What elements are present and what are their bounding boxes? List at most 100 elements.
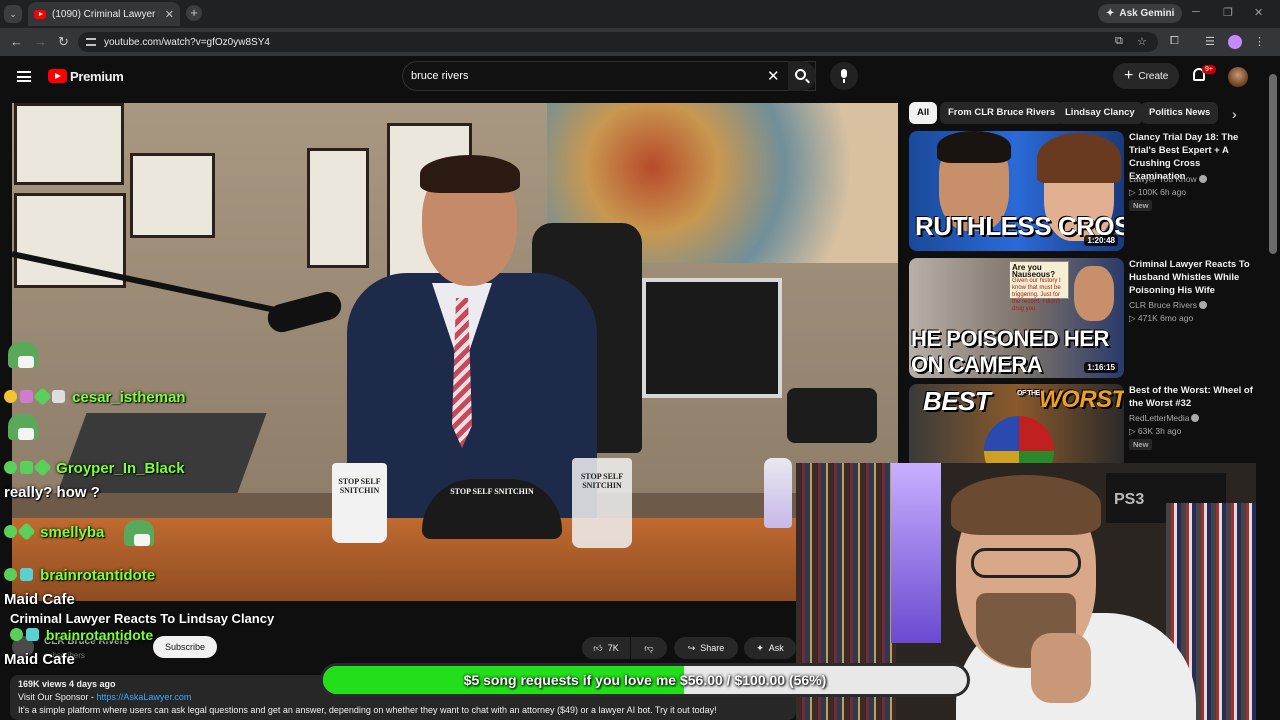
chat-username: smellyba xyxy=(40,524,105,541)
share-label: Share xyxy=(700,643,725,653)
notification-count-badge: 9+ xyxy=(1202,65,1216,74)
sparkle-icon: ✦ xyxy=(756,642,764,653)
window-close-icon[interactable]: ✕ xyxy=(1254,6,1263,19)
chat-message: smellyba xyxy=(4,522,105,541)
thumb-note: Are you Nauseous? Given our history I kn… xyxy=(1009,261,1069,312)
search-icon xyxy=(795,69,806,80)
browser-menu-icon[interactable]: ⋮ xyxy=(1254,35,1265,48)
recommendation-title[interactable]: Criminal Lawyer Reacts To Husband Whistl… xyxy=(1129,258,1259,297)
ask-label: Ask xyxy=(768,643,784,653)
thumbnail-caption: WORST xyxy=(1039,386,1124,413)
tab-close-icon[interactable]: ✕ xyxy=(165,8,174,21)
chip-lindsay-clancy[interactable]: Lindsay Clancy xyxy=(1057,102,1143,124)
chat-message-text: Maid Cafe xyxy=(4,591,75,608)
recommendation-channel[interactable]: CLR Bruce Rivers xyxy=(1129,300,1208,310)
video-host-hair xyxy=(420,155,520,193)
voice-search-icon[interactable] xyxy=(830,62,858,90)
ask-button[interactable]: ✦ Ask xyxy=(744,637,796,659)
account-avatar[interactable] xyxy=(1228,67,1248,87)
recommendation-thumbnail[interactable]: RUTHLESS CROSS 1:20:48 xyxy=(909,131,1124,251)
video-diploma xyxy=(130,153,215,238)
browser-tab[interactable]: (1090) Criminal Lawyer Reacts To ✕ xyxy=(28,2,180,26)
recommendation-meta: ▷ 63K 3h ago xyxy=(1129,426,1182,436)
video-monitor xyxy=(642,278,782,398)
chat-badge-icon xyxy=(26,628,39,641)
chat-message: Groyper_In_Black xyxy=(4,458,185,477)
install-app-icon[interactable]: ⧉ xyxy=(1115,35,1123,48)
recommendation-thumbnail[interactable]: Are you Nauseous? Given our history I kn… xyxy=(909,258,1124,378)
recommendation-channel[interactable]: Lawyer You Know xyxy=(1129,174,1207,184)
video-diploma xyxy=(307,148,369,268)
thumb-face xyxy=(1074,266,1114,321)
clear-search-icon[interactable]: ✕ xyxy=(767,67,780,85)
webcam-streamer-hair xyxy=(951,475,1101,535)
maximize-icon[interactable]: ❐ xyxy=(1223,6,1233,19)
reload-icon[interactable]: ↻ xyxy=(58,34,69,50)
new-tab-button[interactable]: + xyxy=(186,5,202,21)
thumbs-down-icon: 👎︎ xyxy=(644,642,654,653)
video-laptop xyxy=(57,413,267,493)
recommendation-channel[interactable]: RedLetterMedia xyxy=(1129,413,1200,423)
create-label: Create xyxy=(1138,70,1169,82)
tab-search-button[interactable]: ⌄ xyxy=(4,5,22,23)
search-query: bruce rivers xyxy=(411,70,469,82)
chat-username: cesar_istheman xyxy=(72,389,186,406)
video-water-bottle xyxy=(764,458,792,528)
url-bar[interactable]: youtube.com/watch?v=gfOz0yw8SY4 xyxy=(78,32,1158,52)
youtube-logo-icon[interactable] xyxy=(48,69,67,83)
create-button[interactable]: + Create xyxy=(1113,63,1180,89)
subscribe-button[interactable]: Subscribe xyxy=(153,636,217,658)
minimize-icon[interactable]: ─ xyxy=(1192,6,1200,18)
recommendation-title[interactable]: Best of the Worst: Wheel of the Worst #3… xyxy=(1129,384,1259,410)
browser-address-bar: ← → ↻ youtube.com/watch?v=gfOz0yw8SY4 ⧉ … xyxy=(0,28,1280,56)
browser-profile-avatar[interactable] xyxy=(1228,35,1242,49)
thumbs-up-icon: 👍︎ xyxy=(593,642,603,653)
sponsor-link[interactable]: https://AskaLawyer.com xyxy=(96,692,191,702)
menu-icon[interactable] xyxy=(17,71,31,82)
sponsor-label: Visit Our Sponsor - xyxy=(18,692,97,702)
share-button[interactable]: ↪ Share xyxy=(674,637,738,659)
scrollbar-thumb[interactable] xyxy=(1269,74,1277,254)
bookmark-star-icon[interactable]: ☆ xyxy=(1137,35,1147,48)
dislike-button[interactable]: 👎︎ xyxy=(631,637,667,659)
frog-emote-icon xyxy=(8,414,38,440)
chat-username: brainrotantidote xyxy=(45,627,154,643)
chat-badge-icon xyxy=(4,568,17,581)
extensions-icon[interactable]: ⧠ xyxy=(1170,35,1179,48)
recommendation-thumbnail[interactable]: BEST OF THE WORST xyxy=(909,384,1124,464)
chat-badge-icon xyxy=(20,568,33,581)
thumbnail-caption: OF THE xyxy=(1017,390,1040,397)
chat-badge-icon xyxy=(4,390,17,403)
like-button[interactable]: 👍︎ 7K xyxy=(582,637,630,659)
tab-title: (1090) Criminal Lawyer Reacts To xyxy=(52,8,159,20)
video-title: Criminal Lawyer Reacts To Lindsay Clancy xyxy=(10,611,275,626)
ask-gemini-label: Ask Gemini xyxy=(1119,8,1175,19)
search-input[interactable]: bruce rivers ✕ xyxy=(402,61,816,91)
chip-politics-news[interactable]: Politics News xyxy=(1141,102,1219,124)
recommendation-meta: ▷ 471K 6mo ago xyxy=(1129,313,1194,323)
video-duration: 1:16:15 xyxy=(1084,362,1118,373)
page-scrollbar[interactable] xyxy=(1266,56,1280,720)
verified-icon xyxy=(1199,301,1208,309)
chip-from-channel[interactable]: From CLR Bruce Rivers xyxy=(940,102,1064,124)
site-info-icon[interactable] xyxy=(86,38,96,46)
share-icon: ↪ xyxy=(687,642,696,653)
chat-badge-icon xyxy=(20,461,33,474)
chevron-right-icon[interactable]: › xyxy=(1232,106,1237,122)
ask-gemini-button[interactable]: ✦ Ask Gemini xyxy=(1098,4,1183,23)
back-icon[interactable]: ← xyxy=(10,34,23,49)
chip-all[interactable]: All xyxy=(909,102,938,124)
chat-message: cesar_istheman xyxy=(4,387,186,406)
forward-icon[interactable]: → xyxy=(34,34,47,49)
thumbnail-caption: ON CAMERA xyxy=(911,352,1043,377)
play-count-icon: ▷ xyxy=(1129,426,1138,436)
chat-username: brainrotantidote xyxy=(40,567,156,584)
frog-emote-icon xyxy=(8,342,38,368)
play-count-icon: ▷ xyxy=(1129,313,1138,323)
browser-tab-bar: ⌄ (1090) Criminal Lawyer Reacts To ✕ + ✦… xyxy=(0,0,1280,28)
youtube-favicon-icon xyxy=(34,9,46,19)
youtube-premium-logo[interactable]: Premium xyxy=(70,69,124,84)
chat-badge-icon xyxy=(17,522,36,541)
chat-badge-icon xyxy=(33,387,52,406)
reading-list-icon[interactable]: ☰ xyxy=(1205,35,1215,48)
